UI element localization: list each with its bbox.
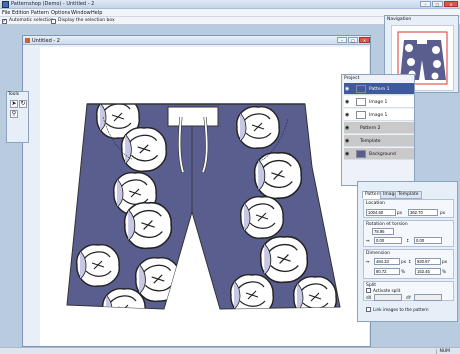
torsion-v-icon: ↕ [406, 238, 410, 243]
automatic-selection-label: Automatic selection [9, 18, 54, 23]
layer-thumbnail [356, 111, 366, 119]
layer-thumbnail [356, 98, 366, 106]
navigation-title: Navigation [387, 17, 412, 22]
document-titlebar: Untitled - 2 – □ ✕ [23, 36, 370, 45]
tools-panel: Tools ➤ ↻ ⚲ [6, 91, 29, 143]
display-selection-box-checkbox[interactable] [51, 18, 56, 24]
height-field[interactable] [415, 258, 441, 265]
eye-icon[interactable]: ◉ [345, 151, 349, 157]
close-button[interactable]: ✕ [444, 1, 458, 7]
torsion-v-field[interactable] [414, 237, 442, 244]
num-lock-indicator: NUM [436, 348, 450, 354]
location-group: Location px px [363, 199, 454, 218]
height-unit: px [442, 259, 448, 264]
menu-file[interactable]: File [2, 10, 10, 16]
location-x-unit: px [397, 210, 403, 215]
automatic-selection-checkbox[interactable] [2, 18, 7, 24]
width-unit: px [401, 259, 407, 264]
menu-edition[interactable]: Edition [12, 10, 29, 16]
width-field[interactable] [374, 258, 400, 265]
width-icon: ↔ [366, 259, 370, 264]
menu-window[interactable]: Window [71, 10, 91, 16]
height-percent-field[interactable] [415, 268, 441, 275]
torsion-h-icon: ↔ [366, 238, 370, 243]
location-label: Location [366, 201, 386, 206]
link-images-label: Link images to the pattern [373, 307, 429, 312]
rotation-group: Rotation et torsion ↔ ↕ [363, 220, 454, 247]
app-icon [2, 1, 9, 8]
rotation-angle-field[interactable] [372, 228, 394, 235]
zoom-tool-icon[interactable]: ⚲ [10, 110, 18, 118]
location-y-unit: px [440, 210, 446, 215]
eye-icon[interactable]: ◉ [345, 86, 349, 92]
layer-row[interactable]: ◉ Background [344, 148, 414, 160]
menu-pattern[interactable]: Pattern [31, 10, 49, 16]
menu-options[interactable]: Options [51, 10, 70, 16]
activate-split-label: Activate split [373, 288, 401, 293]
layer-label: Pattern 1 [369, 86, 390, 92]
layer-label: Template [360, 138, 381, 144]
dimension-group: Dimension ↔ px ↕ px % % [363, 249, 454, 279]
height-percent-unit: % [442, 269, 446, 274]
pattern-canvas[interactable] [40, 47, 369, 346]
properties-panel: Pattern Image Template Location px px Ro… [357, 181, 458, 322]
layer-label: Pattern 2 [360, 125, 381, 131]
width-percent-field[interactable] [374, 268, 400, 275]
app-titlebar: Patternshop (Demo) - Untitled - 2 – □ ✕ [0, 0, 460, 9]
split-dy-label: dY [406, 295, 412, 300]
dimension-label: Dimension [366, 251, 390, 256]
split-dx-label: dX [366, 295, 372, 300]
location-x-field[interactable] [366, 209, 396, 216]
location-y-field[interactable] [408, 209, 438, 216]
doc-minimize-button[interactable]: – [337, 37, 347, 43]
split-dx-field[interactable] [374, 294, 402, 301]
width-percent-unit: % [401, 269, 405, 274]
doc-close-button[interactable]: ✕ [359, 37, 370, 43]
project-panel: Project ◉ Pattern 1 ◉ Image 1 ◉ Image 1 … [341, 74, 415, 186]
layer-row[interactable]: ◉ Image 1 [344, 96, 414, 108]
link-images-checkbox[interactable] [366, 307, 371, 312]
document-icon [25, 37, 30, 43]
layer-label: Image 1 [369, 99, 388, 105]
eye-icon[interactable]: ◉ [345, 112, 349, 118]
layer-row[interactable]: ◉ Pattern 2 [344, 122, 414, 134]
status-bar: NUM [0, 347, 460, 354]
pointer-tool-icon[interactable]: ➤ [10, 100, 18, 108]
layer-row[interactable]: ◉ Image 1 [344, 109, 414, 121]
document-window: Untitled - 2 – □ ✕ [22, 35, 371, 347]
tab-template[interactable]: Template [395, 191, 422, 199]
maximize-button[interactable]: □ [432, 1, 443, 7]
layer-row[interactable]: ◉ Pattern 1 [344, 83, 414, 95]
tools-title: Tools [8, 92, 20, 97]
project-title: Project [344, 76, 360, 81]
shorts-artwork [66, 103, 341, 310]
eye-icon[interactable]: ◉ [345, 99, 349, 105]
activate-split-checkbox[interactable] [366, 288, 371, 293]
document-title: Untitled - 2 [32, 37, 60, 44]
layer-row[interactable]: ◉ Template [344, 135, 414, 147]
split-group: Split Activate split dX dY [363, 281, 454, 301]
rotate-tool-icon[interactable]: ↻ [19, 100, 27, 108]
layer-thumbnail [356, 85, 366, 93]
layer-thumbnail [356, 150, 366, 158]
rotation-label: Rotation et torsion [366, 222, 408, 227]
layer-label: Image 1 [369, 112, 388, 118]
eye-icon[interactable]: ◉ [345, 125, 349, 131]
layer-label: Background [369, 151, 396, 157]
display-selection-box-label: Display the selection box [58, 18, 115, 23]
height-icon: ↕ [408, 259, 412, 264]
eye-icon[interactable]: ◉ [345, 138, 349, 144]
torsion-h-field[interactable] [374, 237, 402, 244]
app-title: Patternshop (Demo) - Untitled - 2 [11, 1, 95, 7]
minimize-button[interactable]: – [420, 1, 431, 7]
menu-help[interactable]: Help [91, 10, 102, 16]
doc-maximize-button[interactable]: □ [348, 37, 358, 43]
split-dy-field[interactable] [414, 294, 442, 301]
